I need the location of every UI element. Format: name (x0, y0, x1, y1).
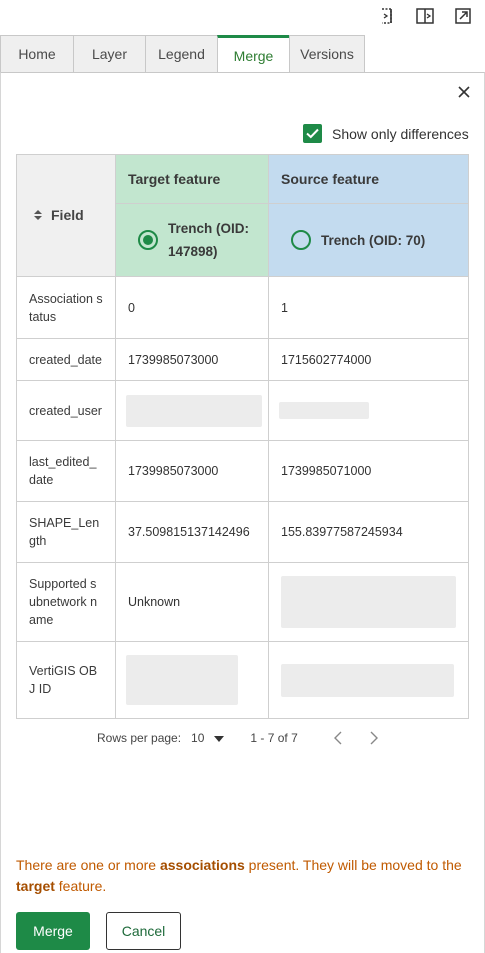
field-name: Supported subnetwork name (16, 562, 116, 642)
tab-home[interactable]: Home (0, 35, 73, 73)
notice-emphasis: associations (159, 857, 245, 873)
rows-per-page-label: Rows per page: (97, 731, 182, 745)
merge-button[interactable]: Merge (16, 912, 90, 950)
radio-selected-icon[interactable] (138, 230, 158, 250)
source-option-label: Trench (OID: 70) (321, 232, 426, 248)
target-value (115, 380, 269, 441)
tab-legend[interactable]: Legend (145, 35, 217, 73)
window-controls (377, 6, 473, 26)
table-row: last_edited_date 1739985073000 173998507… (16, 440, 469, 502)
table-row: Supported subnetwork name Unknown (16, 562, 469, 642)
field-name: Association status (16, 276, 116, 339)
field-name: last_edited_date (16, 440, 116, 502)
table-row: VertiGIS OBJ ID (16, 641, 469, 719)
radio-unselected-icon[interactable] (291, 230, 311, 250)
chevron-down-icon[interactable] (214, 731, 225, 745)
source-value (268, 380, 469, 441)
pop-out-icon[interactable] (453, 6, 473, 26)
redacted-value (279, 402, 369, 419)
table-row: Association status 0 1 (16, 276, 469, 339)
source-value: 1739985071000 (268, 440, 469, 502)
notice-text: There are one or more (16, 857, 160, 873)
merge-compare-table: Field Target feature Source feature Tren… (16, 154, 469, 719)
field-name: created_date (16, 338, 116, 381)
checkbox-checked-icon[interactable] (303, 124, 322, 143)
split-view-icon[interactable] (415, 6, 435, 26)
source-value (268, 562, 469, 642)
notice-emphasis: target (16, 878, 55, 894)
table-row: created_date 1739985073000 1715602774000 (16, 338, 469, 381)
notice-text: feature. (54, 878, 107, 894)
target-value: 0 (115, 276, 269, 339)
next-page-icon[interactable] (366, 730, 382, 746)
rows-per-page-value[interactable]: 10 (191, 731, 204, 745)
field-name: created_user (16, 380, 116, 441)
source-value: 1715602774000 (268, 338, 469, 381)
redacted-value (281, 663, 454, 697)
target-feature-option[interactable]: Trench (OID: 147898) (115, 203, 269, 277)
tab-versions[interactable]: Versions (289, 35, 365, 73)
source-value (268, 641, 469, 719)
source-feature-option[interactable]: Trench (OID: 70) (268, 203, 469, 277)
cancel-button[interactable]: Cancel (106, 912, 181, 950)
target-feature-header: Target feature (115, 154, 269, 204)
tab-merge[interactable]: Merge (217, 35, 289, 73)
table-row: SHAPE_Length 37.509815137142496 155.8397… (16, 501, 469, 563)
redacted-value (126, 655, 238, 705)
target-value: Unknown (115, 562, 269, 642)
field-name: VertiGIS OBJ ID (16, 641, 116, 719)
source-feature-header: Source feature (268, 154, 469, 204)
redacted-value (281, 576, 456, 628)
tab-layer[interactable]: Layer (73, 35, 145, 73)
page-range: 1 - 7 of 7 (250, 731, 298, 745)
source-value: 1 (268, 276, 469, 339)
source-value: 155.83977587245934 (268, 501, 469, 563)
sort-icon[interactable] (33, 208, 43, 224)
target-value: 1739985073000 (115, 338, 269, 381)
target-value: 1739985073000 (115, 440, 269, 502)
notice-text: present. They will be moved to the (244, 857, 462, 873)
redacted-value (126, 394, 262, 427)
tab-bar: Home Layer Legend Merge Versions (0, 35, 365, 73)
target-option-label: Trench (OID: 147898) (168, 221, 250, 259)
target-value (115, 641, 269, 719)
field-name: SHAPE_Length (16, 501, 116, 563)
close-icon[interactable] (456, 84, 472, 100)
target-value: 37.509815137142496 (115, 501, 269, 563)
show-only-differences-label: Show only differences (332, 125, 469, 142)
show-only-differences-toggle[interactable]: Show only differences (303, 124, 469, 143)
dock-left-icon[interactable] (377, 6, 397, 26)
associations-notice: There are one or more associations prese… (16, 855, 466, 897)
previous-page-icon[interactable] (330, 730, 346, 746)
table-row: created_user (16, 380, 469, 441)
table-pagination: Rows per page: 10 1 - 7 of 7 (97, 730, 382, 746)
field-column-header[interactable]: Field (16, 154, 116, 277)
field-header-label: Field (51, 206, 84, 223)
